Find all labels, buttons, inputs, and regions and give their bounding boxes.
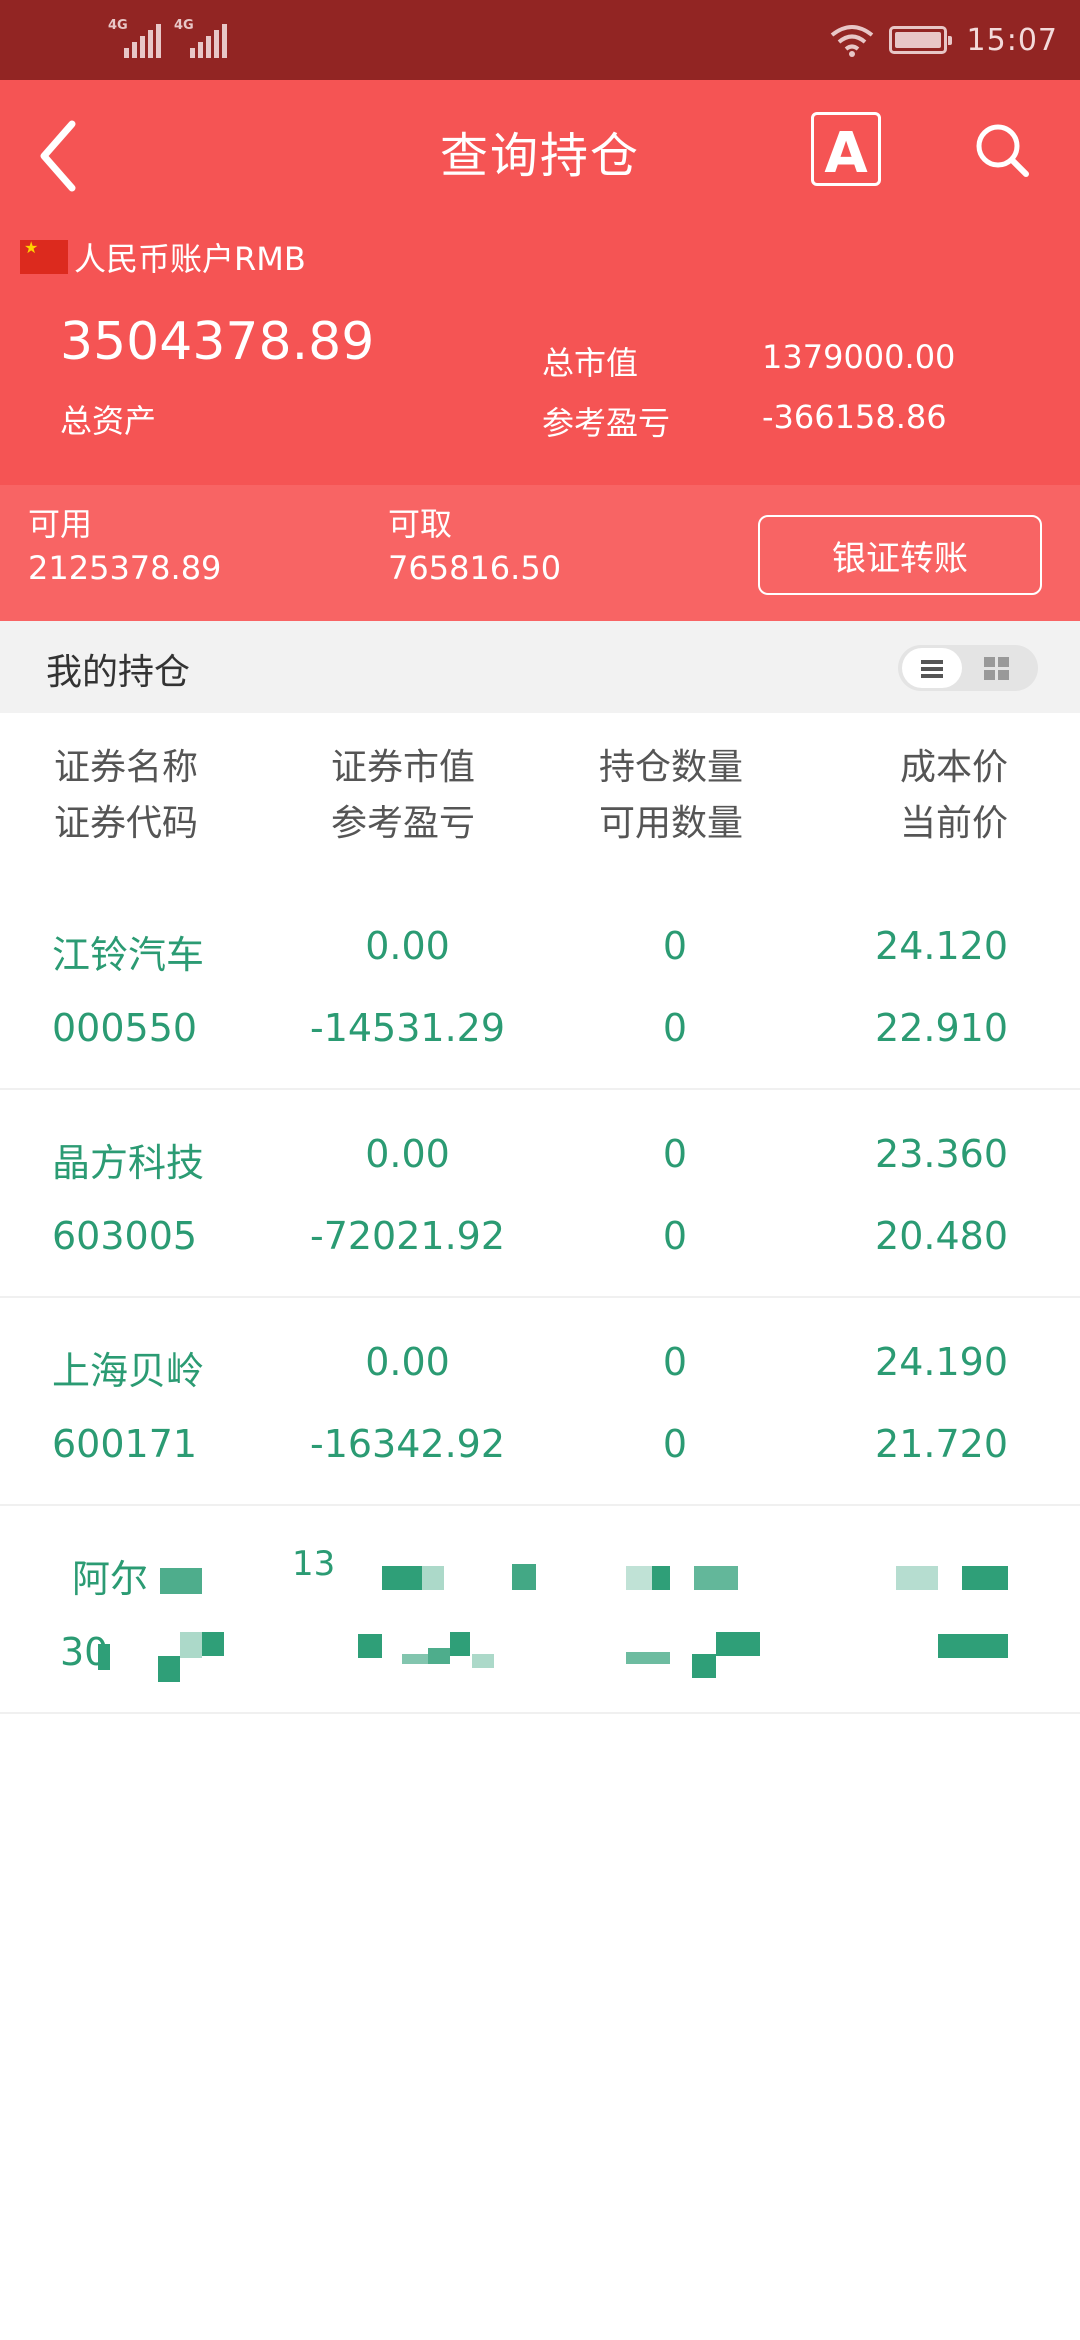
stock-name: 上海贝岭: [52, 1349, 205, 1393]
cost-price-cell: 24.190: [875, 1340, 1008, 1384]
ref-pl-cell: -72021.92: [309, 1214, 506, 1258]
view-mode-toggle[interactable]: [898, 645, 1038, 691]
hold-qty-cell: 0: [662, 1340, 688, 1384]
account-summary-header: 查询持仓 A 人民币账户RMB 3504378.89 总资产 总市值 13790…: [0, 80, 1080, 485]
grid-view-icon[interactable]: [984, 657, 1010, 681]
page-title: 查询持仓: [439, 128, 640, 184]
table-row[interactable]: 晶方科技 603005 0.00 -72021.92 0 0 23.360 20…: [0, 1090, 1080, 1298]
cost-price-cell: 23.360: [875, 1132, 1008, 1176]
usable-label: 可用: [28, 505, 93, 543]
ref-pl-label: 参考盈亏: [542, 404, 671, 442]
total-assets-value: 3504378.89: [60, 312, 375, 372]
ref-pl-cell: -16342.92: [309, 1422, 506, 1466]
withdrawable-value: 765816.50: [388, 549, 562, 587]
avail-qty-cell: 0: [662, 1006, 688, 1050]
market-value-cell: 0.00: [365, 1340, 450, 1384]
stock-name: 晶方科技: [52, 1141, 205, 1185]
ref-pl-cell: -14531.29: [309, 1006, 506, 1050]
holdings-title: 我的持仓: [46, 652, 191, 693]
battery-icon: [888, 26, 952, 54]
clock: 15:07: [966, 22, 1058, 58]
hold-qty-cell: 0: [662, 1132, 688, 1176]
current-price-cell: 21.720: [875, 1422, 1008, 1466]
table-row[interactable]: 江铃汽车 000550 0.00 -14531.29 0 0 24.120 22…: [0, 882, 1080, 1090]
table-row-redacted[interactable]: 阿尔 13 30: [0, 1506, 1080, 1714]
avail-qty-cell: 0: [662, 1214, 688, 1258]
withdrawable-label: 可取: [388, 505, 453, 543]
search-icon[interactable]: [972, 120, 1032, 180]
font-size-letter: A: [824, 121, 868, 186]
total-assets-label: 总资产: [60, 402, 157, 440]
stock-code: 603005: [52, 1214, 198, 1258]
usable-value: 2125378.89: [28, 549, 222, 587]
stock-code: 600171: [52, 1422, 198, 1466]
market-value: 1379000.00: [762, 338, 956, 376]
market-value-cell: 0.00: [365, 1132, 450, 1176]
current-price-cell: 22.910: [875, 1006, 1008, 1050]
hold-qty-cell: 0: [662, 924, 688, 968]
holdings-section-bar: 我的持仓: [0, 621, 1080, 713]
column-header-price: 成本价 当前价: [738, 738, 1008, 850]
stock-name: 江铃汽车: [52, 933, 205, 977]
current-price-cell: 20.480: [875, 1214, 1008, 1258]
account-selector[interactable]: 人民币账户RMB: [20, 234, 306, 280]
column-header-label: 证券市值: [330, 747, 475, 788]
market-value-label: 总市值: [542, 344, 639, 382]
status-bar: 4G 4G 15:07: [0, 0, 1080, 80]
column-header-label: 当前价: [899, 803, 1008, 844]
market-value-partial: 13: [292, 1544, 336, 1584]
bank-securities-transfer-button[interactable]: 银证转账: [758, 515, 1042, 595]
column-header-value: 证券市值 参考盈亏: [268, 738, 538, 850]
account-label: 人民币账户RMB: [74, 240, 306, 278]
list-view-icon[interactable]: [902, 648, 962, 688]
wifi-icon: [830, 25, 873, 57]
column-header-label: 参考盈亏: [330, 803, 475, 844]
avail-qty-cell: 0: [662, 1422, 688, 1466]
cost-price-cell: 24.120: [875, 924, 1008, 968]
column-header-label: 成本价: [899, 747, 1008, 788]
market-value-cell: 0.00: [365, 924, 450, 968]
stock-code: 000550: [52, 1006, 198, 1050]
font-size-icon[interactable]: A: [811, 112, 881, 186]
available-funds-bar: 可用 2125378.89 可取 765816.50 银证转账: [0, 485, 1080, 621]
ref-pl-value: -366158.86: [762, 398, 947, 436]
china-flag-icon: [20, 238, 68, 274]
table-row[interactable]: 上海贝岭 600171 0.00 -16342.92 0 0 24.190 21…: [0, 1298, 1080, 1506]
stock-name-partial: 阿尔: [72, 1557, 149, 1601]
